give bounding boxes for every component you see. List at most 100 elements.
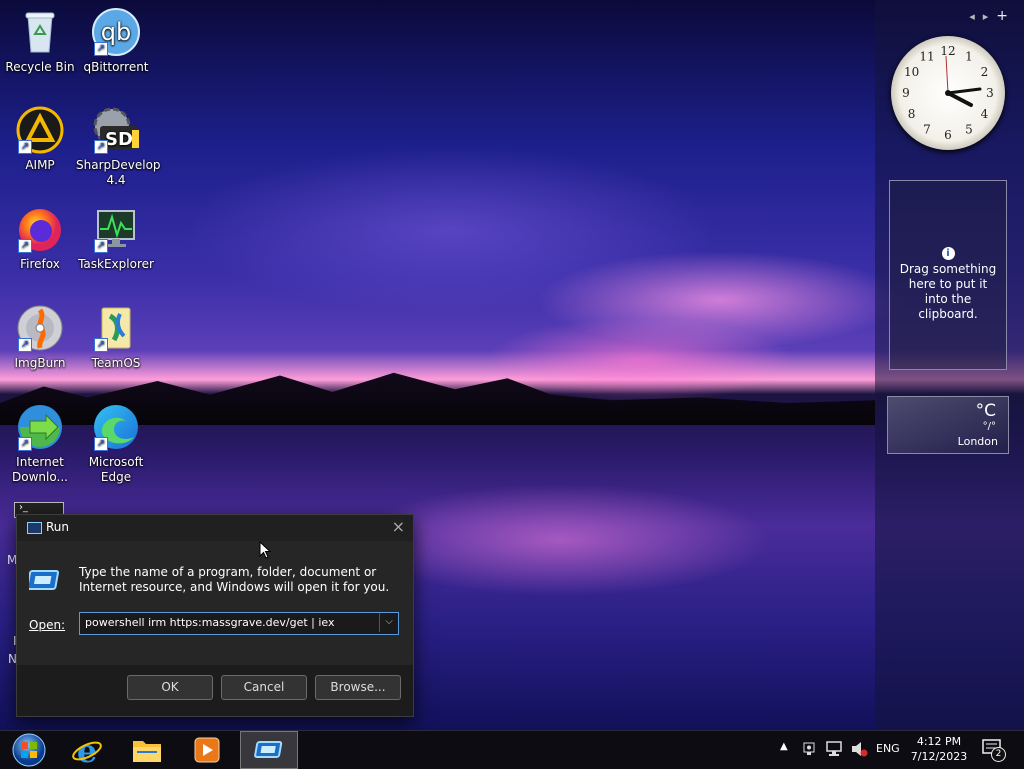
system-clock[interactable]: 4:12 PM 7/12/2023 [906, 734, 972, 764]
edge-icon: ↗ [92, 403, 140, 451]
clock-numeral: 8 [908, 107, 916, 121]
network-icon[interactable] [826, 741, 844, 757]
desktop-icon-label: qBittorrent [83, 60, 149, 74]
clock-numeral: 11 [919, 50, 934, 64]
shortcut-arrow-icon: ↗ [94, 140, 108, 154]
clock-numeral: 3 [986, 86, 994, 100]
run-app-icon [27, 522, 42, 534]
weather-range: °/° [982, 421, 996, 432]
internet-explorer-icon: e [72, 734, 102, 766]
run-app-icon [254, 741, 283, 758]
desktop-icon-label: TeamOS [91, 356, 141, 370]
gadget-prev-button[interactable]: ◂ [969, 10, 983, 23]
shortcut-arrow-icon: ↗ [94, 42, 108, 56]
clock-numeral: 9 [902, 86, 910, 100]
clock-minute-hand [946, 87, 982, 95]
shortcut-arrow-icon: ↗ [18, 239, 32, 253]
language-indicator[interactable]: ENG [876, 742, 900, 755]
desktop-icon-internet-download-manager[interactable]: ↗ Internet Downlo... [0, 403, 80, 485]
desktop-icon-recycle-bin[interactable]: Recycle Bin [0, 8, 80, 75]
clock-numeral: 12 [940, 44, 955, 58]
clock-time: 4:12 PM [916, 735, 962, 748]
start-orb-icon [12, 733, 46, 767]
clock-numeral: 4 [981, 107, 989, 121]
weather-city: London [957, 435, 998, 448]
clock-gadget[interactable]: 12 1 2 3 4 5 6 7 8 9 10 11 [891, 36, 1005, 150]
aimp-icon: ↗ [16, 106, 64, 154]
chevron-down-icon[interactable]: ⌵ [379, 613, 398, 632]
open-input[interactable] [80, 613, 380, 632]
desktop-icon-teamos[interactable]: ↗ TeamOS [76, 304, 156, 371]
run-dialog: Run × Type the name of a program, folder… [16, 514, 414, 717]
svg-text:SD: SD [105, 129, 133, 150]
sharpdevelop-icon: SD ↗ [92, 106, 140, 154]
clock-numeral: 6 [944, 128, 952, 142]
desktop-icon-qbittorrent[interactable]: qb ↗ qBittorrent [76, 8, 156, 75]
ok-button[interactable]: OK [127, 675, 213, 700]
media-player-icon [194, 737, 220, 763]
taskbar-internet-explorer[interactable]: e [58, 731, 116, 769]
desktop-icon-aimp[interactable]: ↗ AIMP [0, 106, 80, 173]
firefox-icon: ↗ [16, 205, 64, 253]
show-hidden-icons-icon[interactable]: ▲ [780, 741, 788, 752]
desktop-icon-label: Recycle Bin [5, 60, 75, 74]
clock-numeral: 1 [965, 50, 973, 64]
shortcut-arrow-icon: ↗ [18, 338, 32, 352]
desktop-icon-label: Internet Downlo... [12, 455, 68, 484]
terminal-icon: ›_ [19, 502, 28, 513]
gadget-sidebar: ◂▸+ 12 1 2 3 4 5 6 7 8 9 10 11 i Drag something her… [875, 0, 1024, 730]
imgburn-icon: ↗ [16, 304, 64, 352]
weather-temperature: °C [975, 401, 996, 421]
run-body: Type the name of a program, folder, docu… [17, 541, 413, 665]
desktop-icon-label: SharpDevelop 4.4 [76, 158, 161, 187]
taskbar: e ▲ ENG 4:12 PM 7/12/2023 2 [0, 730, 1024, 769]
run-description: Type the name of a program, folder, docu… [79, 565, 390, 594]
shortcut-arrow-icon: ↗ [94, 239, 108, 253]
weather-gadget[interactable]: °C °/° London [887, 396, 1009, 454]
gadget-next-button[interactable]: ▸ [983, 10, 997, 23]
add-gadget-button[interactable]: + [996, 8, 1016, 24]
action-center-flag-icon[interactable] [802, 741, 818, 757]
clock-numeral: 2 [981, 65, 989, 79]
desktop-icon-label: Firefox [20, 257, 60, 271]
desktop-icon-sharpdevelop[interactable]: SD ↗ SharpDevelop 4.4 [76, 106, 161, 188]
shortcut-arrow-icon: ↗ [18, 140, 32, 154]
shortcut-arrow-icon: ↗ [94, 437, 108, 451]
shortcut-arrow-icon: ↗ [18, 437, 32, 451]
info-icon: i [941, 247, 955, 260]
desktop-icon-label: AIMP [25, 158, 55, 172]
desktop-icon-taskexplorer[interactable]: ↗ TaskExplorer [76, 205, 156, 272]
taskbar-file-explorer[interactable] [118, 731, 176, 769]
clock-date: 7/12/2023 [910, 750, 968, 763]
qbittorrent-icon: qb ↗ [92, 8, 140, 56]
taskexplorer-icon: ↗ [92, 205, 140, 253]
cancel-button[interactable]: Cancel [221, 675, 307, 700]
recycle-bin-icon [16, 8, 64, 56]
taskbar-run[interactable] [240, 731, 298, 769]
notifications-button[interactable]: 2 [982, 739, 1006, 762]
run-program-icon [29, 570, 59, 590]
browse-button[interactable]: Browse... [315, 675, 401, 700]
open-label: Open: [29, 618, 66, 632]
clock-second-hand [945, 55, 949, 94]
close-icon[interactable]: × [392, 517, 405, 536]
clipboard-gadget[interactable]: i Drag something here to put it into the… [889, 180, 1007, 370]
desktop-icon-label: ImgBurn [14, 356, 66, 370]
clock-hour-hand [946, 91, 973, 107]
volume-muted-icon[interactable] [850, 741, 868, 757]
desktop-icon-imgburn[interactable]: ↗ ImgBurn [0, 304, 80, 371]
mouse-cursor-icon [259, 541, 272, 559]
desktop-icon-label: TaskExplorer [78, 257, 154, 271]
taskbar-media-player[interactable] [178, 731, 236, 769]
run-titlebar[interactable]: Run × [17, 515, 413, 541]
gadget-nav: ◂▸+ [969, 8, 1016, 24]
open-combobox[interactable]: ⌵ [79, 612, 399, 635]
start-button[interactable] [0, 731, 58, 769]
clock-face: 12 12 3 45678 9 1011 [902, 44, 994, 142]
desktop: Recycle Bin ↗ AIMP ↗ Firefox ↗ ImgBurn ↗… [0, 0, 1024, 730]
clipboard-hint-text: Drag something here to put it into the c… [899, 262, 997, 321]
desktop-icon-microsoft-edge[interactable]: ↗ Microsoft Edge [76, 403, 156, 485]
svg-text:e: e [77, 734, 97, 766]
shortcut-arrow-icon: ↗ [94, 338, 108, 352]
desktop-icon-firefox[interactable]: ↗ Firefox [0, 205, 80, 272]
